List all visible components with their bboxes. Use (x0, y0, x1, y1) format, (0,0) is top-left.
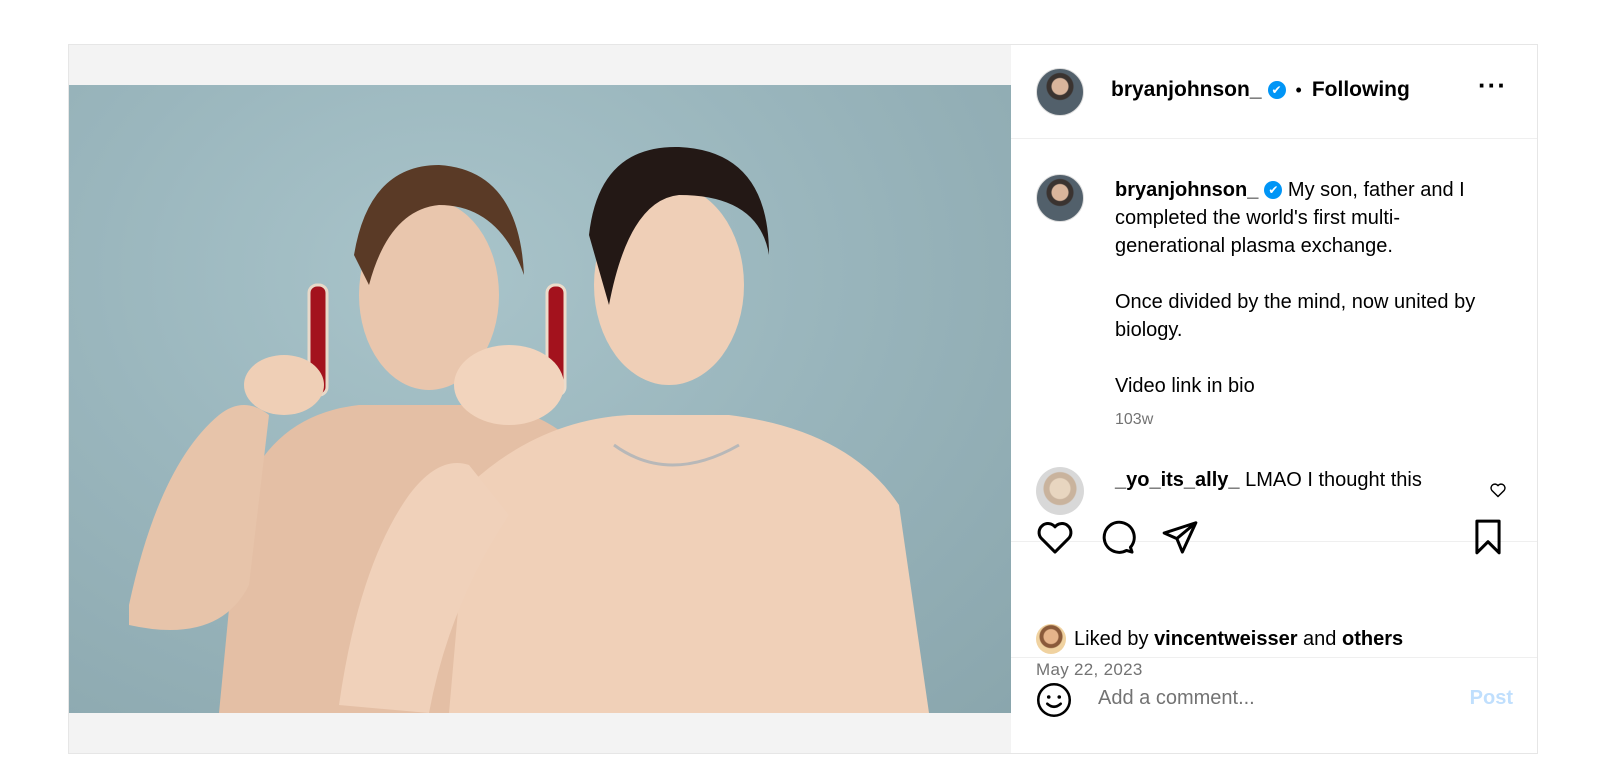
following-button[interactable]: Following (1312, 78, 1410, 102)
post-header: bryanjohnson_ ✔ • Following ··· (1011, 45, 1537, 139)
comment-text: LMAO I thought this (1245, 469, 1422, 491)
comment-like-icon[interactable] (1489, 482, 1507, 498)
post-caption: bryanjohnson_ ✔ My son, father and I comp… (1115, 176, 1510, 428)
verified-icon: ✔ (1264, 181, 1283, 199)
post-comment-button[interactable]: Post (1470, 687, 1513, 710)
more-icon[interactable]: ··· (1478, 72, 1507, 98)
likes-summary: Liked by vincentweisser and others (1036, 624, 1403, 654)
comments-section[interactable]: bryanjohnson_ ✔ My son, father and I comp… (1011, 139, 1537, 541)
post-card: bryanjohnson_ ✔ • Following ··· bryanjoh… (68, 44, 1538, 754)
comment-icon[interactable] (1098, 518, 1136, 556)
share-icon[interactable] (1161, 518, 1199, 556)
caption-line-2: Once divided by the mind, now united by … (1115, 291, 1476, 341)
post-photo[interactable] (69, 85, 1011, 713)
comment-input[interactable]: Add a comment... (1098, 687, 1255, 710)
comment-item: _yo_its_ally_ LMAO I thought this (1115, 469, 1422, 492)
caption-time-ago[interactable]: 103w (1115, 411, 1153, 429)
caption-username[interactable]: bryanjohnson_ (1115, 179, 1258, 201)
likes-prefix: Liked by (1074, 627, 1149, 650)
post-media[interactable] (69, 45, 1011, 753)
author-username[interactable]: bryanjohnson_ (1111, 78, 1262, 102)
author-avatar[interactable] (1036, 68, 1084, 116)
separator-dot: • (1295, 79, 1302, 100)
post-sidebar: bryanjohnson_ ✔ • Following ··· bryanjoh… (1011, 45, 1537, 753)
commenter-avatar[interactable] (1036, 467, 1084, 515)
caption-line-3: Video link in bio (1115, 375, 1255, 397)
liker-avatar[interactable] (1036, 624, 1066, 654)
likes-others-link[interactable]: others (1342, 628, 1403, 651)
likes-conjunction: and (1303, 627, 1337, 650)
bookmark-icon[interactable] (1471, 518, 1505, 556)
action-bar (1011, 541, 1537, 604)
caption-avatar[interactable] (1036, 174, 1084, 222)
header-meta: bryanjohnson_ ✔ • Following (1111, 78, 1410, 102)
commenter-username[interactable]: _yo_its_ally_ (1115, 469, 1240, 491)
emoji-icon[interactable] (1036, 682, 1072, 718)
photo-illustration (129, 146, 929, 713)
liker-username[interactable]: vincentweisser (1154, 628, 1297, 651)
comment-box: Add a comment... Post (1011, 657, 1537, 754)
verified-icon: ✔ (1267, 81, 1286, 99)
heart-icon[interactable] (1036, 519, 1074, 555)
